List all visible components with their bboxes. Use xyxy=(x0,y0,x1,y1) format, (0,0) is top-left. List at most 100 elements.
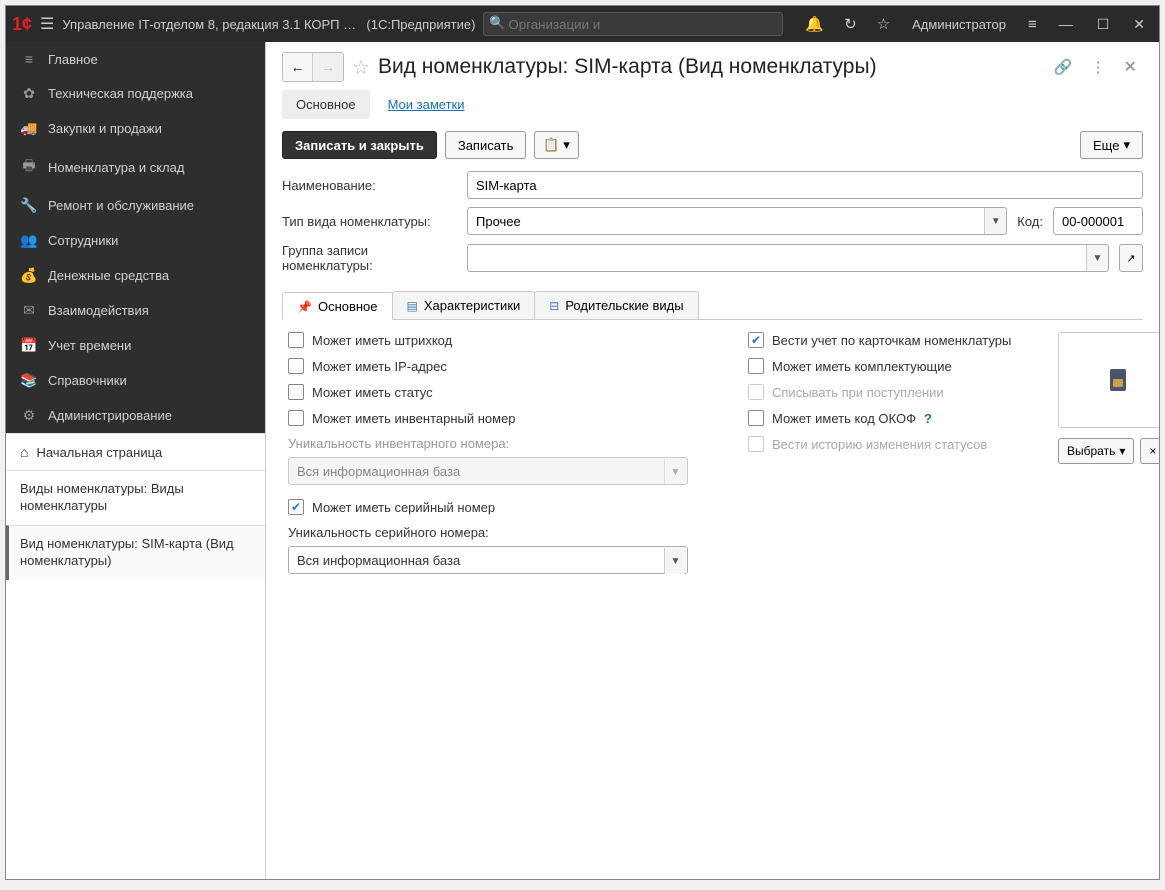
nav-label: Справочники xyxy=(48,373,127,388)
group-label: Группа записи номенклатуры: xyxy=(282,243,457,273)
logo-1c: 1¢ xyxy=(12,14,32,35)
chevron-down-icon[interactable]: ▼ xyxy=(664,548,686,574)
maximize-button[interactable]: ☐ xyxy=(1089,16,1118,33)
tab-parents[interactable]: ⊟Родительские виды xyxy=(534,291,698,319)
chk-cards[interactable] xyxy=(748,332,764,348)
name-input[interactable] xyxy=(467,171,1143,199)
tab-main[interactable]: 📌 Основное xyxy=(282,292,393,320)
cog-icon: ⚙ xyxy=(20,407,38,424)
nav-admin[interactable]: ⚙ Администрирование xyxy=(6,398,265,433)
image-select-button[interactable]: Выбрать ▾ xyxy=(1058,438,1134,464)
nav-label: Сотрудники xyxy=(48,233,118,248)
more-button[interactable]: Еще ▾ xyxy=(1080,131,1143,159)
main-form: ← → ☆ Вид номенклатуры: SIM-карта (Вид н… xyxy=(266,42,1159,879)
favorite-star-icon[interactable]: ☆ xyxy=(350,55,372,80)
open-item-label: Вид номенклатуры: SIM-карта (Вид номенкл… xyxy=(20,536,251,570)
group-dropdown-icon[interactable]: ▼ xyxy=(1086,245,1108,271)
star-icon[interactable]: ☆ xyxy=(871,15,896,33)
chk-serial[interactable] xyxy=(288,499,304,515)
dd-value: Вся информационная база xyxy=(297,553,460,568)
nav-catalogs[interactable]: 📚 Справочники xyxy=(6,363,265,398)
nav-support[interactable]: ✿Техническая поддержка xyxy=(6,76,265,111)
minimize-button[interactable]: — xyxy=(1051,16,1081,32)
settings-icon[interactable]: ≡ xyxy=(1022,16,1043,33)
chk-status[interactable] xyxy=(288,384,304,400)
global-search[interactable]: 🔍 xyxy=(483,12,783,36)
image-preview[interactable] xyxy=(1058,332,1159,428)
inv-unique-label: Уникальность инвентарного номера: xyxy=(288,436,708,451)
chk-inventory[interactable] xyxy=(288,410,304,426)
tab-label: Основное xyxy=(318,299,378,314)
close-window-button[interactable]: ✕ xyxy=(1125,16,1153,33)
books-icon: 📚 xyxy=(20,372,38,389)
titlebar: 1¢ ☰ Управление IT-отделом 8, редакция 3… xyxy=(6,6,1159,42)
chk-writeoff xyxy=(748,384,764,400)
chevron-down-icon: ▼ xyxy=(664,459,686,485)
group-open-button[interactable]: ↗ xyxy=(1119,244,1143,272)
save-close-button[interactable]: Записать и закрыть xyxy=(282,131,437,159)
home-icon: ⌂ xyxy=(20,444,28,460)
history-icon[interactable]: ↻ xyxy=(838,15,863,33)
nav-label: Администрирование xyxy=(48,408,172,423)
name-label: Наименование: xyxy=(282,178,457,193)
tree-icon: ⊟ xyxy=(549,299,559,313)
chk-label: Списывать при поступлении xyxy=(772,385,944,400)
group-input[interactable] xyxy=(467,244,1109,272)
tab-characteristics[interactable]: ▤Характеристики xyxy=(392,291,536,319)
chk-okof[interactable] xyxy=(748,410,764,426)
type-dropdown-icon[interactable]: ▼ xyxy=(984,208,1006,234)
nav-label: Закупки и продажи xyxy=(48,121,162,136)
serial-unique-select[interactable]: Вся информационная база ▼ xyxy=(288,546,688,574)
wrench-icon: 🔧 xyxy=(20,197,38,214)
type-label: Тип вида номенклатуры: xyxy=(282,214,457,229)
chk-label: Вести учет по карточкам номенклатуры xyxy=(772,333,1011,348)
app-mode: (1С:Предприятие) xyxy=(366,17,475,32)
open-item-types[interactable]: Виды номенклатуры: Виды номенклатуры xyxy=(6,470,265,525)
sim-card-icon xyxy=(1110,369,1126,391)
pin-icon: 📌 xyxy=(297,300,312,314)
close-form-button[interactable]: ✕ xyxy=(1118,57,1143,77)
nav-employees[interactable]: 👥Сотрудники xyxy=(6,223,265,258)
open-item-simcard[interactable]: Вид номенклатуры: SIM-карта (Вид номенкл… xyxy=(6,525,265,580)
nav-time[interactable]: 📅Учет времени xyxy=(6,328,265,363)
chk-label: Может иметь IP-адрес xyxy=(312,359,447,374)
nav-purchases[interactable]: 🚚Закупки и продажи xyxy=(6,111,265,146)
chk-components[interactable] xyxy=(748,358,764,374)
search-input[interactable] xyxy=(483,12,783,36)
chk-ip[interactable] xyxy=(288,358,304,374)
printer-icon: 🖶 xyxy=(20,155,38,179)
image-clear-button[interactable]: × xyxy=(1140,438,1159,464)
search-icon: 🔍 xyxy=(489,15,505,31)
nav-buttons: ← → xyxy=(282,52,344,82)
tab-label: Характеристики xyxy=(424,298,520,313)
user-label[interactable]: Администратор xyxy=(904,17,1014,32)
nav-label: Главное xyxy=(48,52,98,67)
home-page-link[interactable]: ⌂Начальная страница xyxy=(6,433,265,470)
nav-repair[interactable]: 🔧 Ремонт и обслуживание xyxy=(6,188,265,223)
forward-button: → xyxy=(313,53,343,81)
top-tab-notes[interactable]: Мои заметки xyxy=(374,90,479,119)
top-tab-main[interactable]: Основное xyxy=(282,90,370,119)
nav-stock[interactable]: 🖶 Номенклатура и склад xyxy=(6,146,265,188)
nav-money[interactable]: 💰Денежные средства xyxy=(6,258,265,293)
okof-help-icon[interactable]: ? xyxy=(924,411,932,426)
chk-history xyxy=(748,436,764,452)
open-item-label: Виды номенклатуры: Виды номенклатуры xyxy=(20,481,251,515)
kebab-icon[interactable]: ⋮ xyxy=(1085,58,1112,76)
nav-label: Номенклатура и склад xyxy=(48,160,184,175)
nav-label: Ремонт и обслуживание xyxy=(48,198,194,213)
hamburger-icon[interactable]: ☰ xyxy=(40,14,54,34)
type-input[interactable] xyxy=(467,207,1007,235)
chk-label: Может иметь инвентарный номер xyxy=(312,411,516,426)
dd-value: Вся информационная база xyxy=(297,464,460,479)
bell-icon[interactable]: 🔔 xyxy=(799,15,830,33)
save-button[interactable]: Записать xyxy=(445,131,527,159)
nav-interactions[interactable]: ✉Взаимодействия xyxy=(6,293,265,328)
link-icon[interactable]: 🔗 xyxy=(1048,58,1079,76)
code-input[interactable] xyxy=(1053,207,1143,235)
back-button[interactable]: ← xyxy=(283,53,313,81)
copy-button[interactable]: 📋 ▾ xyxy=(534,131,578,159)
home-icon: ≡ xyxy=(20,51,38,67)
chk-barcode[interactable] xyxy=(288,332,304,348)
nav-main[interactable]: ≡ Главное xyxy=(6,42,265,76)
